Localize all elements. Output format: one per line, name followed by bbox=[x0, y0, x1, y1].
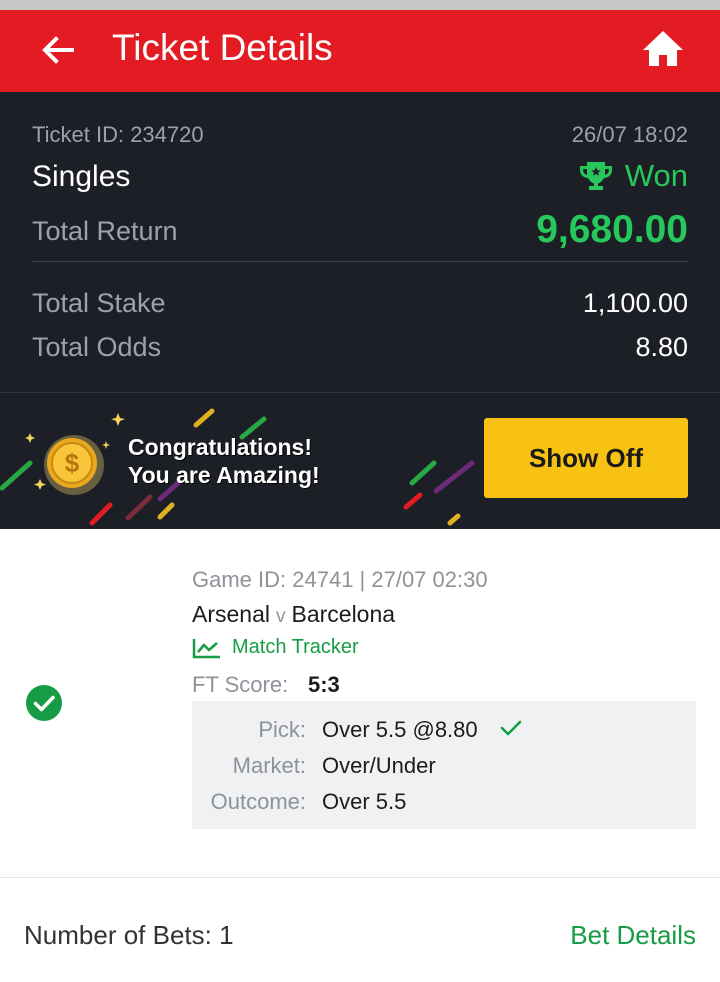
top-strip bbox=[0, 0, 720, 10]
page-title: Ticket Details bbox=[112, 27, 333, 68]
ticket-id: Ticket ID: 234720 bbox=[32, 122, 204, 147]
bet-details-link[interactable]: Bet Details bbox=[570, 920, 696, 951]
congrats-line-1: Congratulations! bbox=[128, 434, 312, 460]
coin-icon: $ bbox=[44, 435, 104, 495]
selection-details: Game ID: 24741 | 27/07 02:30 Arsenal v Bar… bbox=[0, 529, 720, 877]
total-return-label: Total Return bbox=[32, 216, 178, 246]
bet-type: Singles bbox=[32, 160, 131, 193]
number-of-bets: Number of Bets: 1 bbox=[24, 920, 234, 950]
congrats-line-2: You are Amazing! bbox=[128, 462, 320, 488]
vs-label: v bbox=[275, 606, 286, 627]
ticket-datetime: 26/07 18:02 bbox=[571, 122, 688, 147]
match-tracker-label: Match Tracker bbox=[232, 636, 359, 658]
status-badge: Won bbox=[579, 158, 688, 194]
status-text: Won bbox=[624, 158, 688, 193]
outcome-value: Over 5.5 bbox=[322, 789, 407, 814]
home-button[interactable] bbox=[640, 28, 686, 70]
arrow-left-icon bbox=[42, 36, 74, 64]
show-off-button[interactable]: Show Off bbox=[484, 418, 688, 498]
home-team: Arsenal bbox=[192, 601, 270, 627]
match-tracker-link[interactable]: Match Tracker bbox=[192, 636, 359, 659]
ticket-summary: Ticket ID: 234720 26/07 18:02 Singles Wo… bbox=[0, 92, 720, 392]
check-icon bbox=[500, 720, 522, 736]
total-stake-label: Total Stake bbox=[32, 288, 166, 318]
pick-value: Over 5.5 @8.80 bbox=[322, 717, 478, 742]
app-header: Ticket Details bbox=[0, 10, 720, 92]
footer-bar: Number of Bets: 1 Bet Details bbox=[0, 878, 720, 982]
check-circle-icon bbox=[26, 685, 62, 721]
game-id: Game ID: 24741 | 27/07 02:30 bbox=[192, 567, 488, 592]
pick-box: Pick: Over 5.5 @8.80 Market: Over/Under … bbox=[192, 701, 696, 829]
away-team: Barcelona bbox=[291, 601, 396, 627]
total-odds-value: 8.80 bbox=[635, 332, 688, 362]
congrats-text: Congratulations! You are Amazing! bbox=[128, 433, 320, 489]
market-value: Over/Under bbox=[322, 753, 436, 778]
total-return-value: 9,680.00 bbox=[536, 208, 688, 251]
home-icon bbox=[643, 31, 683, 66]
congrats-banner: $ Congratulations! You are Amazing! Show… bbox=[0, 392, 720, 529]
chart-line-icon bbox=[192, 638, 220, 658]
outcome-label: Outcome: bbox=[210, 789, 306, 814]
svg-text:$: $ bbox=[65, 448, 80, 478]
summary-divider bbox=[32, 261, 688, 262]
pick-label: Pick: bbox=[258, 717, 306, 742]
total-stake-value: 1,100.00 bbox=[582, 288, 688, 318]
ft-score-value: 5:3 bbox=[308, 672, 340, 697]
market-label: Market: bbox=[232, 753, 306, 778]
back-button[interactable] bbox=[36, 28, 80, 72]
match-teams: Arsenal v Barcelona bbox=[192, 601, 395, 628]
total-odds-label: Total Odds bbox=[32, 332, 162, 362]
trophy-icon bbox=[579, 162, 612, 190]
ft-score-label: FT Score: bbox=[192, 672, 289, 697]
